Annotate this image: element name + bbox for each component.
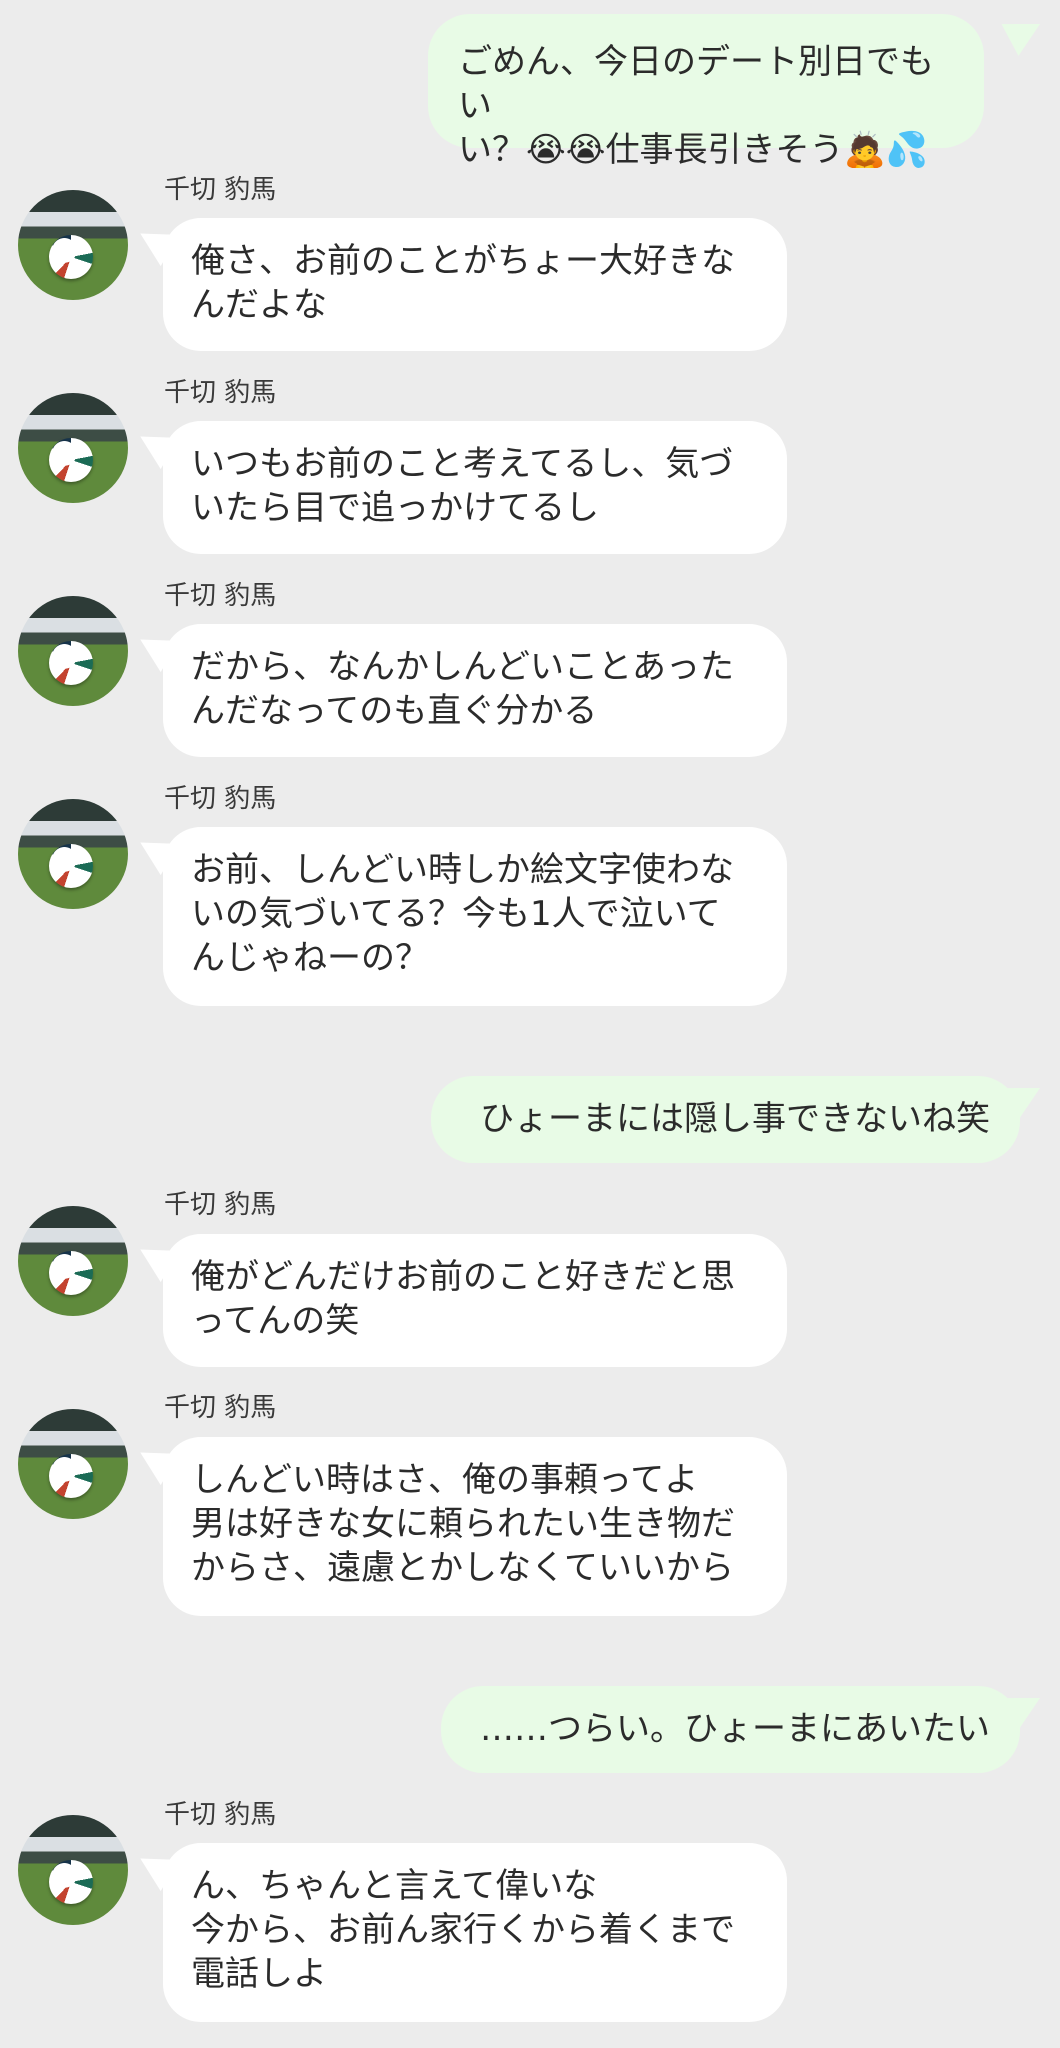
received-message-bubble[interactable]: 俺さ、お前のことがちょー大好きな んだよな [163, 218, 787, 351]
soccer-ball-icon [49, 438, 93, 482]
soccer-ball-icon [49, 235, 93, 279]
soccer-ball-icon [49, 641, 93, 685]
received-message-bubble[interactable]: だから、なんかしんどいことあった んだなってのも直ぐ分かる [163, 624, 787, 757]
soccer-ball-icon [49, 1251, 93, 1295]
sender-name: 千切 豹馬 [164, 784, 277, 814]
avatar[interactable] [18, 393, 128, 503]
avatar[interactable] [18, 1206, 128, 1316]
sender-name: 千切 豹馬 [164, 581, 277, 611]
sent-bubble-tail [1001, 8, 1049, 56]
sender-name: 千切 豹馬 [164, 1800, 277, 1830]
sent-message-bubble[interactable]: ひょーまには隠し事できないね笑 [431, 1076, 1020, 1163]
avatar[interactable] [18, 190, 128, 300]
chat-view: ごめん、今日のデート別日でもい い？😭😭仕事長引きそう🙇💦 千切 豹馬 俺さ、お… [0, 0, 1060, 2048]
soccer-ball-icon [49, 1860, 93, 1904]
avatar[interactable] [18, 1409, 128, 1519]
sender-name: 千切 豹馬 [164, 1190, 277, 1220]
received-message-bubble[interactable]: いつもお前のこと考えてるし、気づ いたら目で追っかけてるし [163, 421, 787, 554]
received-message-bubble[interactable]: お前、しんどい時しか絵文字使わな いの気づいてる？今も1人で泣いて んじゃねーの… [163, 827, 787, 1006]
avatar[interactable] [18, 799, 128, 909]
received-message-bubble[interactable]: しんどい時はさ、俺の事頼ってよ 男は好きな女に頼られたい生き物だ からさ、遠慮と… [163, 1437, 787, 1616]
soccer-ball-icon [49, 844, 93, 888]
sender-name: 千切 豹馬 [164, 175, 277, 205]
avatar[interactable] [18, 1815, 128, 1925]
sender-name: 千切 豹馬 [164, 378, 277, 408]
received-message-bubble[interactable]: 俺がどんだけお前のこと好きだと思 ってんの笑 [163, 1234, 787, 1367]
sent-message-bubble[interactable]: ……つらい。ひょーまにあいたい [441, 1686, 1020, 1773]
avatar[interactable] [18, 596, 128, 706]
sender-name: 千切 豹馬 [164, 1393, 277, 1423]
received-message-bubble[interactable]: ん、ちゃんと言えて偉いな 今から、お前ん家行くから着くまで 電話しよ [163, 1843, 787, 2022]
soccer-ball-icon [49, 1454, 93, 1498]
sent-message-bubble[interactable]: ごめん、今日のデート別日でもい い？😭😭仕事長引きそう🙇💦 [428, 14, 984, 170]
